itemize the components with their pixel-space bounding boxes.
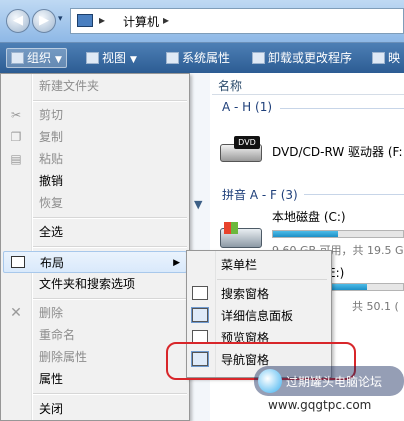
watermark-logo-icon — [258, 369, 282, 393]
menu-item-paste[interactable]: ▤ 粘贴 — [1, 148, 189, 170]
breadcrumb-computer[interactable]: 计算机 — [123, 13, 159, 30]
submenu-item-menu-bar[interactable]: 菜单栏 — [187, 254, 331, 276]
drive-c-usage-bar — [272, 230, 404, 238]
menu-item-rename[interactable]: 重命名 — [1, 324, 189, 346]
dvd-logo: DVD — [234, 136, 260, 149]
menu-item-layout[interactable]: 布局 ▶ — [3, 251, 187, 273]
menu-item-undo[interactable]: 撤销 — [1, 170, 189, 192]
menu-item-folder-options[interactable]: 文件夹和搜索选项 — [1, 273, 189, 295]
submenu-separator — [217, 279, 327, 280]
menu-item-select-all[interactable]: 全选 — [1, 221, 189, 243]
map-drive-label: 映 — [388, 51, 401, 65]
forward-button[interactable]: ▶ — [32, 9, 56, 33]
menu-separator — [33, 246, 187, 248]
dvd-drive-label[interactable]: DVD/CD-RW 驱动器 (F: — [272, 143, 403, 160]
organize-button[interactable]: 组织 ▼ — [6, 48, 67, 68]
delete-icon: ✕ — [10, 305, 22, 321]
menu-separator — [33, 100, 187, 102]
menu-item-label: 新建文件夹 — [39, 79, 100, 93]
uninstall-icon — [252, 52, 265, 64]
menu-item-label: 删除属性 — [39, 350, 88, 364]
menu-item-label: 粘贴 — [39, 152, 64, 166]
menu-item-copy[interactable]: ❐ 复制 — [1, 126, 189, 148]
menu-item-label: 属性 — [39, 372, 64, 386]
address-bar-area: ◀ ▶ ▾ ▸ 计算机 ▸ — [0, 0, 404, 43]
submenu-item-label: 菜单栏 — [221, 258, 258, 272]
pane-collapse-chevron-icon[interactable]: ▼ — [194, 198, 202, 211]
submenu-item-label: 搜索窗格 — [221, 287, 270, 301]
menu-item-remove-properties[interactable]: 删除属性 — [1, 346, 189, 368]
submenu-item-details-pane[interactable]: 详细信息面板 — [187, 305, 331, 327]
group-divider — [304, 194, 404, 195]
breadcrumb-separator-2[interactable]: ▸ — [163, 13, 169, 27]
menu-item-label: 复制 — [39, 130, 64, 144]
system-properties-icon — [166, 52, 179, 64]
menu-item-new-folder[interactable]: 新建文件夹 — [1, 75, 189, 97]
uninstall-button[interactable]: 卸载或更改程序 — [252, 50, 352, 66]
system-properties-button[interactable]: 系统属性 — [166, 50, 230, 66]
menu-item-label: 重命名 — [39, 328, 76, 342]
menu-item-delete[interactable]: ✕ 删除 — [1, 302, 189, 324]
view-label: 视图 — [102, 51, 127, 65]
layout-icon — [11, 256, 25, 268]
menu-item-label: 剪切 — [39, 108, 64, 122]
command-toolbar: 组织 ▼ 视图 ▼ 系统属性 卸载或更改程序 映 — [0, 43, 404, 73]
submenu-item-search-pane[interactable]: 搜索窗格 — [187, 283, 331, 305]
search-pane-icon — [192, 286, 208, 300]
drive-e-free-space: 共 50.1 ( — [352, 300, 399, 313]
chevron-down-icon: ▼ — [55, 55, 62, 65]
menu-separator — [33, 298, 187, 300]
group-header-pinyin[interactable]: 拼音 A - F (3) — [222, 186, 298, 203]
organize-menu: 新建文件夹 ✂ 剪切 ❐ 复制 ▤ 粘贴 撤销 恢复 全选 布局 ▶ 文件夹和搜… — [0, 73, 190, 421]
map-drive-icon — [372, 52, 385, 64]
drive-c-label[interactable]: 本地磁盘 (C:) — [272, 208, 346, 225]
menu-item-label: 布局 — [40, 256, 65, 270]
uninstall-label: 卸载或更改程序 — [268, 51, 353, 65]
view-icon — [86, 52, 99, 64]
group-divider — [280, 108, 404, 109]
submenu-item-label: 详细信息面板 — [221, 309, 294, 323]
view-button[interactable]: 视图 ▼ — [86, 50, 137, 66]
watermark-badge: 过期罐头电脑论坛 — [254, 366, 404, 396]
copy-icon: ❐ — [10, 130, 22, 144]
menu-item-label: 文件夹和搜索选项 — [39, 277, 136, 291]
address-box[interactable]: ▸ 计算机 ▸ — [70, 8, 404, 34]
scissors-icon: ✂ — [10, 108, 22, 122]
menu-item-redo[interactable]: 恢复 — [1, 192, 189, 214]
hard-drive-icon — [220, 222, 262, 252]
menu-item-close[interactable]: 关闭 — [1, 398, 189, 420]
menu-item-label: 恢复 — [39, 196, 64, 210]
watermark-title: 过期罐头电脑论坛 — [286, 375, 383, 389]
menu-item-label: 撤销 — [39, 174, 64, 188]
back-button[interactable]: ◀ — [6, 9, 30, 33]
paste-icon: ▤ — [10, 152, 22, 166]
column-header-name[interactable]: 名称 — [218, 77, 242, 94]
organize-label: 组织 — [27, 51, 52, 65]
group-header-a-h[interactable]: A - H (1) — [222, 100, 272, 114]
column-header[interactable]: 名称 — [212, 74, 404, 95]
details-pane-icon — [191, 307, 209, 323]
menu-item-label: 删除 — [39, 306, 64, 320]
menu-item-properties[interactable]: 属性 — [1, 368, 189, 390]
breadcrumb-separator[interactable]: ▸ — [99, 13, 105, 27]
menu-item-label: 全选 — [39, 225, 64, 239]
menu-item-cut[interactable]: ✂ 剪切 — [1, 104, 189, 126]
dvd-drive-icon: DVD — [220, 136, 262, 166]
system-properties-label: 系统属性 — [182, 51, 231, 65]
watermark-url: www.gqgtpc.com — [268, 398, 372, 412]
organize-icon — [11, 52, 24, 64]
menu-item-label: 关闭 — [39, 402, 64, 416]
map-drive-button[interactable]: 映 — [372, 50, 400, 66]
computer-icon — [77, 14, 93, 27]
submenu-arrow-icon: ▶ — [173, 258, 180, 268]
menu-separator — [33, 393, 187, 395]
menu-separator — [33, 217, 187, 219]
drive-c-usage-fill — [273, 231, 338, 237]
recent-pages-icon[interactable]: ▾ — [58, 14, 63, 24]
chevron-down-icon: ▼ — [130, 55, 137, 65]
